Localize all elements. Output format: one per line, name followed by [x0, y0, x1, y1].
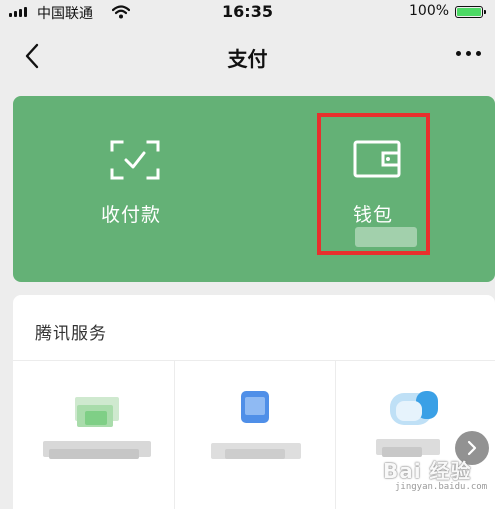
wallet-balance-blur [355, 227, 417, 247]
wallet-button[interactable]: 钱包 [323, 96, 433, 282]
battery-fill [457, 8, 481, 16]
watermark-sub: jingyan.baidu.com [395, 482, 488, 492]
battery-icon [455, 6, 486, 18]
receive-pay-label: 收付款 [101, 204, 162, 226]
services-title: 腾讯服务 [35, 324, 107, 344]
status-bar: 中国联通 16:35 100% [0, 0, 495, 24]
nav-bar: 支付 [0, 24, 495, 90]
more-icon[interactable] [456, 51, 486, 63]
watermark-main: Bai 经验 [383, 459, 472, 483]
chevron-right-icon [467, 440, 477, 456]
service-item-2[interactable] [174, 361, 335, 509]
wallet-label: 钱包 [353, 204, 394, 226]
left-edge [0, 90, 13, 509]
battery-percent: 100% [409, 3, 450, 19]
service-item-1[interactable] [13, 361, 173, 509]
watermark: Bai 经验 jingyan.baidu.com [383, 455, 493, 495]
scan-check-icon [110, 140, 160, 180]
receive-pay-button[interactable]: 收付款 [93, 96, 213, 282]
page-title: 支付 [227, 47, 268, 71]
pay-card: 收付款 钱包 [13, 96, 495, 282]
wallet-icon [353, 140, 401, 178]
